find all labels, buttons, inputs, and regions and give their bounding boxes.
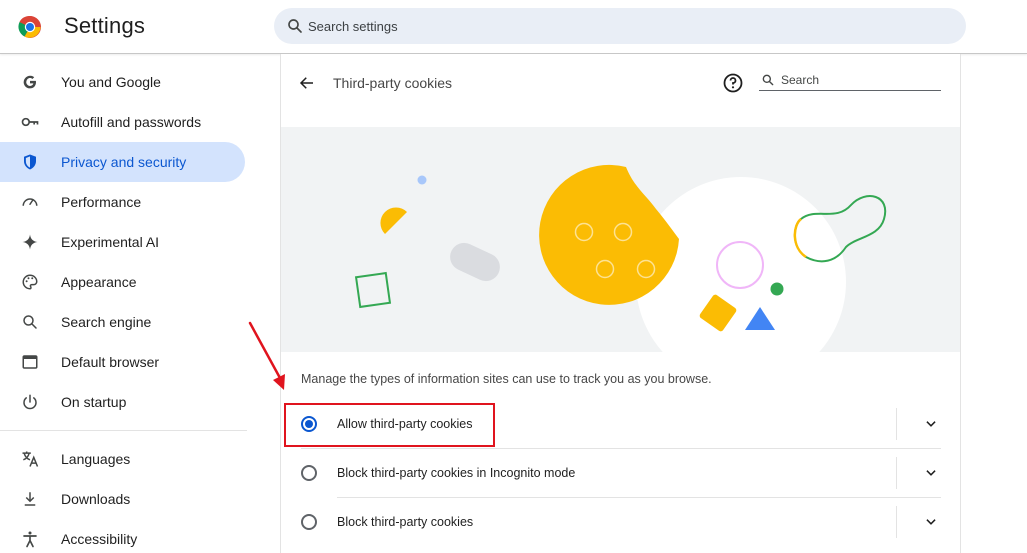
help-button[interactable] xyxy=(721,71,745,95)
help-icon xyxy=(723,73,743,93)
google-g-icon xyxy=(20,72,40,92)
key-icon xyxy=(20,112,40,132)
option-block-incognito[interactable]: Block third-party cookies in Incognito m… xyxy=(289,449,941,497)
back-button[interactable] xyxy=(295,71,319,95)
accessibility-icon xyxy=(20,529,40,549)
page-search-input[interactable] xyxy=(781,71,937,89)
sidebar-item-label: You and Google xyxy=(61,74,161,90)
option-block-third-party-cookies[interactable]: Block third-party cookies xyxy=(289,498,941,546)
sidebar-item-label: Performance xyxy=(61,194,142,210)
sidebar-divider xyxy=(0,430,247,431)
sidebar-item-on-startup[interactable]: On startup xyxy=(0,382,245,422)
option-label: Block third-party cookies in Incognito m… xyxy=(337,466,576,480)
sidebar-item-accessibility[interactable]: Accessibility xyxy=(0,519,245,553)
option-separator xyxy=(896,408,897,440)
download-icon xyxy=(20,489,40,509)
search-icon xyxy=(20,312,40,332)
sidebar-item-default-browser[interactable]: Default browser xyxy=(0,342,245,382)
translate-icon xyxy=(20,449,40,469)
chevron-down-icon xyxy=(926,470,936,476)
search-icon xyxy=(762,74,774,86)
sidebar-item-downloads[interactable]: Downloads xyxy=(0,479,245,519)
expand-button[interactable] xyxy=(921,463,941,483)
third-party-cookies-card: Third-party cookies Manage the types of … xyxy=(280,54,961,553)
chevron-down-icon xyxy=(926,421,936,427)
sidebar-item-autofill[interactable]: Autofill and passwords xyxy=(0,102,245,142)
sidebar-nav: You and Google Autofill and passwords Pr… xyxy=(0,62,247,553)
sidebar-item-privacy[interactable]: Privacy and security xyxy=(0,142,245,182)
power-icon xyxy=(20,392,40,412)
sidebar-item-you-and-google[interactable]: You and Google xyxy=(0,62,245,102)
chrome-logo-icon xyxy=(18,15,41,38)
sidebar-item-label: Downloads xyxy=(61,491,131,507)
browser-window-icon xyxy=(20,352,40,372)
sidebar-item-appearance[interactable]: Appearance xyxy=(0,262,245,302)
radio-block-incognito[interactable] xyxy=(301,465,317,481)
option-label: Block third-party cookies xyxy=(337,515,474,529)
expand-button[interactable] xyxy=(921,414,941,434)
sidebar-item-label: On startup xyxy=(61,394,127,410)
radio-allow[interactable] xyxy=(301,416,317,432)
sidebar-item-label: Experimental AI xyxy=(61,234,160,250)
shield-icon xyxy=(20,152,40,172)
sidebar-item-label: Search engine xyxy=(61,314,152,330)
sidebar-item-label: Default browser xyxy=(61,354,160,370)
cookies-description: Manage the types of information sites ca… xyxy=(301,372,712,386)
option-separator xyxy=(896,506,897,538)
speedometer-icon xyxy=(20,192,40,212)
search-icon xyxy=(288,19,302,33)
option-label: Allow third-party cookies xyxy=(337,417,473,431)
sidebar-item-experimental-ai[interactable]: Experimental AI xyxy=(0,222,245,262)
cookie-illustration-art xyxy=(354,164,887,352)
sparkle-icon xyxy=(20,232,40,252)
sidebar-item-label: Autofill and passwords xyxy=(61,114,202,130)
sidebar-item-label: Privacy and security xyxy=(61,154,187,170)
sidebar-item-languages[interactable]: Languages xyxy=(0,439,245,479)
search-settings-box[interactable] xyxy=(274,8,966,44)
option-allow-third-party-cookies[interactable]: Allow third-party cookies xyxy=(289,400,941,448)
sidebar-item-search-engine[interactable]: Search engine xyxy=(0,302,245,342)
chevron-down-icon xyxy=(926,519,936,525)
sidebar-item-label: Appearance xyxy=(61,274,137,290)
expand-button[interactable] xyxy=(921,512,941,532)
cookies-illustration xyxy=(281,127,960,352)
back-arrow-icon xyxy=(299,77,313,89)
app-title: Settings xyxy=(64,13,146,38)
page-title: Third-party cookies xyxy=(333,75,453,91)
radio-block[interactable] xyxy=(301,514,317,530)
sidebar-item-label: Accessibility xyxy=(61,531,138,547)
search-settings-input[interactable] xyxy=(308,8,948,44)
option-separator xyxy=(896,457,897,489)
palette-icon xyxy=(20,272,40,292)
page-search-box[interactable] xyxy=(759,69,941,91)
sidebar-item-label: Languages xyxy=(61,451,131,467)
top-bar: Settings xyxy=(0,0,1027,54)
sidebar-item-performance[interactable]: Performance xyxy=(0,182,245,222)
